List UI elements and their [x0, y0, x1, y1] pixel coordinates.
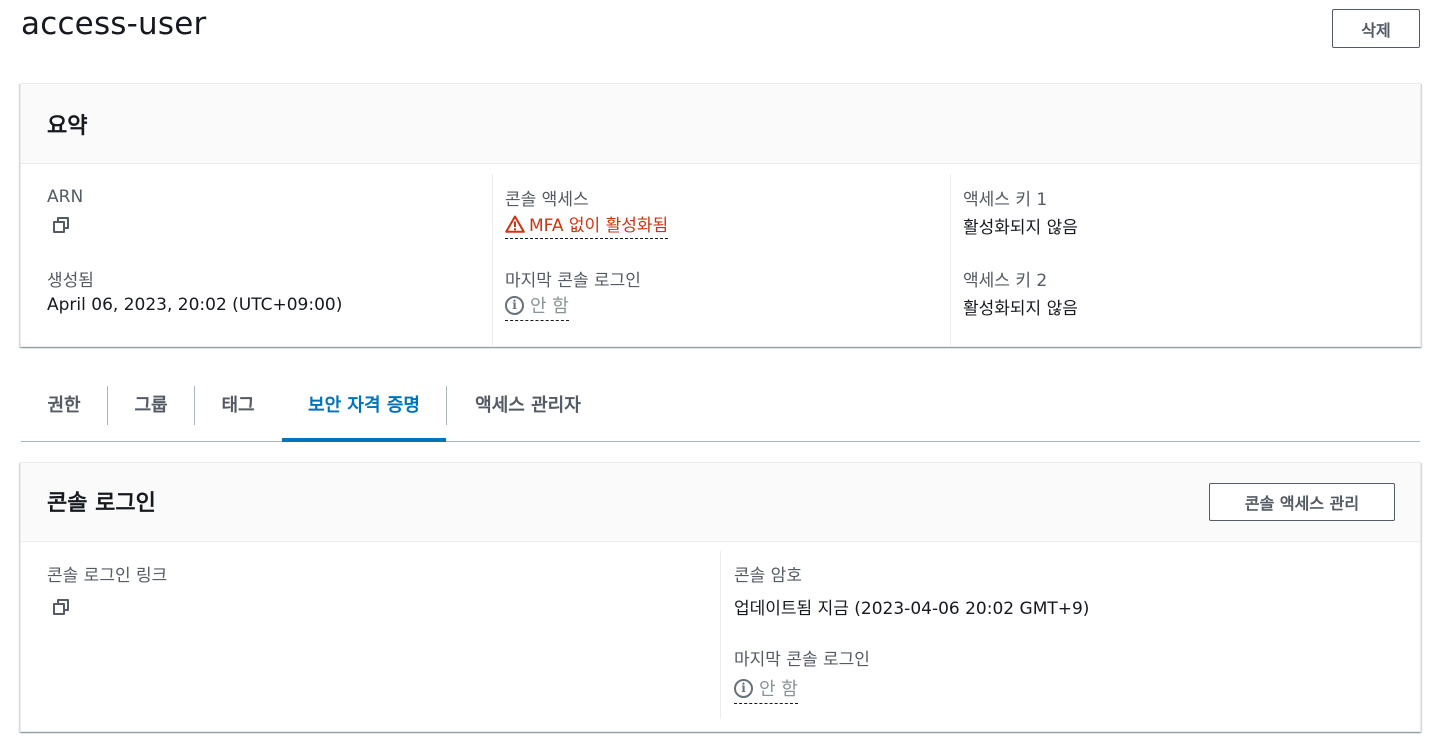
- access-key-2-value: 활성화되지 않음: [963, 299, 1078, 319]
- tab-security-credentials[interactable]: 보안 자격 증명: [282, 366, 446, 442]
- copy-icon[interactable]: [52, 216, 70, 234]
- created-value: April 06, 2023, 20:02 (UTC+09:00): [47, 295, 343, 315]
- info-icon: i: [505, 295, 524, 315]
- last-login-status[interactable]: i 안 함: [505, 292, 569, 321]
- access-key-2-label: 액세스 키 2: [963, 271, 1048, 291]
- console-password-value: 업데이트됨 지금 (2023-04-06 20:02 GMT+9): [734, 599, 1090, 619]
- column-divider: [950, 174, 951, 346]
- console-login-header: 콘솔 로그인 콘솔 액세스 관리: [21, 463, 1420, 542]
- manage-console-access-button[interactable]: 콘솔 액세스 관리: [1209, 483, 1395, 521]
- column-divider: [492, 174, 493, 346]
- column-divider: [720, 551, 721, 719]
- console-last-login-status[interactable]: i 안 함: [734, 675, 798, 704]
- console-password-label: 콘솔 암호: [734, 566, 802, 586]
- tab-tags[interactable]: 태그: [195, 366, 281, 441]
- created-label: 생성됨: [47, 271, 94, 291]
- info-icon: i: [734, 678, 753, 698]
- tab-access-advisor[interactable]: 액세스 관리자: [447, 366, 609, 441]
- warning-icon: [505, 215, 525, 233]
- tab-groups[interactable]: 그룹: [108, 366, 194, 441]
- console-access-status[interactable]: MFA 없이 활성화됨: [505, 211, 669, 239]
- console-access-label: 콘솔 액세스: [505, 190, 589, 210]
- page-title: access-user: [21, 6, 207, 42]
- console-login-title: 콘솔 로그인: [47, 491, 156, 516]
- last-login-value: 안 함: [530, 296, 569, 317]
- tab-permissions[interactable]: 권한: [21, 366, 107, 441]
- console-login-panel: 콘솔 로그인 콘솔 액세스 관리 콘솔 로그인 링크 콘솔 암호 업데이트됨 지…: [20, 462, 1421, 732]
- access-key-1-value: 활성화되지 않음: [963, 218, 1078, 238]
- copy-icon[interactable]: [52, 598, 70, 616]
- console-last-login-label: 마지막 콘솔 로그인: [734, 650, 870, 670]
- arn-label: ARN: [47, 187, 84, 207]
- summary-panel: 요약 ARN 생성됨 April 06, 2023, 20:02 (UTC+09…: [20, 83, 1421, 347]
- console-link-label: 콘솔 로그인 링크: [47, 566, 168, 586]
- console-access-value: MFA 없이 활성화됨: [529, 216, 669, 236]
- last-login-label: 마지막 콘솔 로그인: [505, 271, 641, 291]
- summary-header: 요약: [21, 84, 1420, 164]
- access-key-1-label: 액세스 키 1: [963, 190, 1048, 210]
- tab-bar: 권한 그룹 태그 보안 자격 증명 액세스 관리자: [21, 366, 1420, 442]
- delete-button[interactable]: 삭제: [1332, 9, 1420, 48]
- console-last-login-value: 안 함: [759, 679, 798, 700]
- summary-title: 요약: [47, 114, 88, 139]
